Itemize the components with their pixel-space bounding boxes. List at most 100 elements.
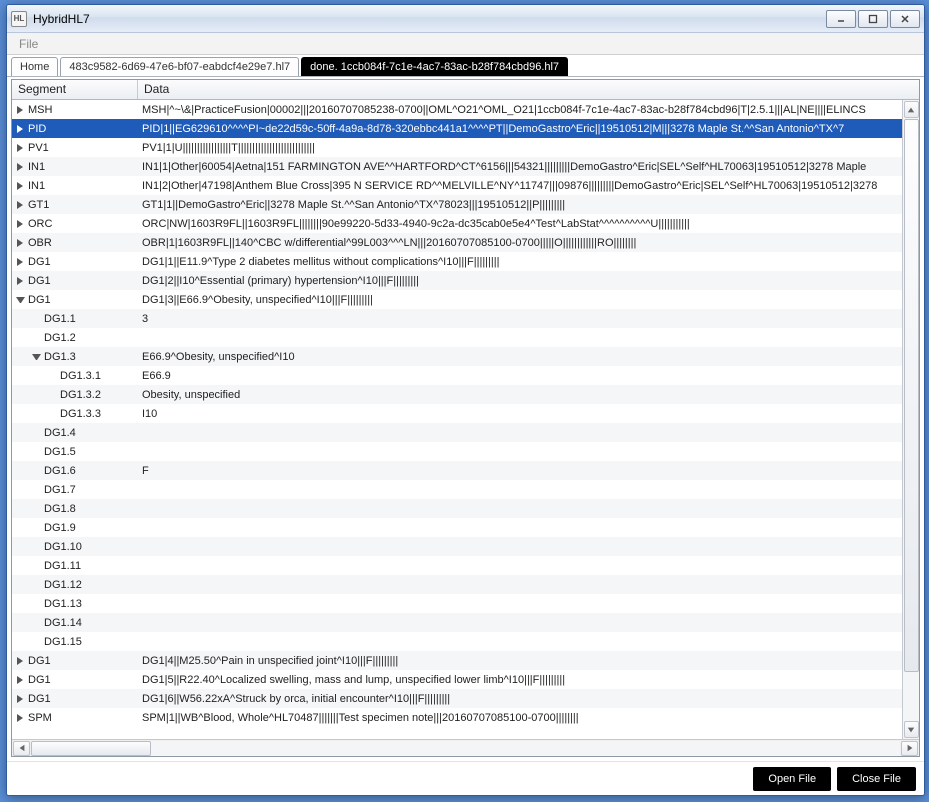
expand-icon[interactable]: [16, 238, 25, 247]
grid-row[interactable]: DG1.5: [12, 442, 919, 461]
grid-row[interactable]: DG1.6F: [12, 461, 919, 480]
grid-row[interactable]: DG1.15: [12, 632, 919, 651]
tab-file-2[interactable]: done. 1ccb084f-7c1e-4ac7-83ac-b28f784cbd…: [301, 57, 568, 76]
titlebar[interactable]: HL HybridHL7: [7, 5, 924, 33]
segment-cell[interactable]: DG1.8: [12, 503, 138, 515]
segment-cell[interactable]: OBR: [12, 237, 138, 249]
data-cell[interactable]: E66.9: [138, 370, 919, 382]
segment-cell[interactable]: DG1.15: [12, 636, 138, 648]
segment-cell[interactable]: DG1.13: [12, 598, 138, 610]
collapse-icon[interactable]: [32, 352, 41, 361]
grid-row[interactable]: DG1.7: [12, 480, 919, 499]
expand-icon[interactable]: [16, 257, 25, 266]
data-cell[interactable]: GT1|1||DemoGastro^Eric||3278 Maple St.^^…: [138, 199, 919, 211]
grid-row[interactable]: DG1.3.3I10: [12, 404, 919, 423]
collapse-icon[interactable]: [16, 295, 25, 304]
expand-icon[interactable]: [16, 713, 25, 722]
tab-home[interactable]: Home: [11, 57, 58, 76]
segment-cell[interactable]: DG1.1: [12, 313, 138, 325]
tab-file-1[interactable]: 483c9582-6d69-47e6-bf07-eabdcf4e29e7.hl7: [60, 57, 299, 76]
segment-cell[interactable]: IN1: [12, 180, 138, 192]
menu-file[interactable]: File: [13, 35, 44, 53]
scroll-left-icon[interactable]: [13, 741, 30, 756]
grid-row[interactable]: DG1.13: [12, 309, 919, 328]
grid-row[interactable]: DG1.10: [12, 537, 919, 556]
data-cell[interactable]: E66.9^Obesity, unspecified^I10: [138, 351, 919, 363]
grid-row[interactable]: DG1.14: [12, 613, 919, 632]
segment-cell[interactable]: PID: [12, 123, 138, 135]
data-cell[interactable]: MSH|^~\&|PracticeFusion|00002|||20160707…: [138, 104, 919, 116]
expand-icon[interactable]: [16, 143, 25, 152]
grid-row[interactable]: DG1.12: [12, 575, 919, 594]
expand-icon[interactable]: [16, 181, 25, 190]
close-file-button[interactable]: Close File: [837, 767, 916, 791]
scroll-track[interactable]: [903, 119, 919, 720]
segment-cell[interactable]: DG1.11: [12, 560, 138, 572]
horizontal-scrollbar[interactable]: [12, 739, 919, 756]
vertical-scrollbar[interactable]: [902, 100, 919, 739]
expand-icon[interactable]: [16, 675, 25, 684]
grid-row[interactable]: SPMSPM|1||WB^Blood, Whole^HL70487|||||||…: [12, 708, 919, 727]
grid-row[interactable]: DG1.11: [12, 556, 919, 575]
segment-cell[interactable]: DG1.14: [12, 617, 138, 629]
grid-row[interactable]: DG1DG1|1||E11.9^Type 2 diabetes mellitus…: [12, 252, 919, 271]
grid-row[interactable]: DG1DG1|3||E66.9^Obesity, unspecified^I10…: [12, 290, 919, 309]
hscroll-track[interactable]: [31, 741, 900, 756]
data-cell[interactable]: DG1|6||W56.22xA^Struck by orca, initial …: [138, 693, 919, 705]
scroll-thumb[interactable]: [904, 119, 919, 672]
data-cell[interactable]: OBR|1|1603R9FL||140^CBC w/differential^9…: [138, 237, 919, 249]
grid-row[interactable]: DG1DG1|5||R22.40^Localized swelling, mas…: [12, 670, 919, 689]
segment-cell[interactable]: SPM: [12, 712, 138, 724]
grid-row[interactable]: DG1.13: [12, 594, 919, 613]
grid-row[interactable]: DG1.2: [12, 328, 919, 347]
grid-row[interactable]: ORCORC|NW|1603R9FL||1603R9FL||||||||90e9…: [12, 214, 919, 233]
data-cell[interactable]: Obesity, unspecified: [138, 389, 919, 401]
segment-cell[interactable]: GT1: [12, 199, 138, 211]
segment-cell[interactable]: DG1.5: [12, 446, 138, 458]
grid-row[interactable]: DG1.3.1E66.9: [12, 366, 919, 385]
expand-icon[interactable]: [16, 276, 25, 285]
grid-row[interactable]: IN1IN1|1|Other|60054|Aetna|151 FARMINGTO…: [12, 157, 919, 176]
expand-icon[interactable]: [16, 219, 25, 228]
segment-cell[interactable]: DG1: [12, 674, 138, 686]
data-cell[interactable]: DG1|5||R22.40^Localized swelling, mass a…: [138, 674, 919, 686]
data-cell[interactable]: ORC|NW|1603R9FL||1603R9FL||||||||90e9922…: [138, 218, 919, 230]
grid-row[interactable]: DG1.9: [12, 518, 919, 537]
data-cell[interactable]: SPM|1||WB^Blood, Whole^HL70487|||||||Tes…: [138, 712, 919, 724]
col-header-data[interactable]: Data: [138, 80, 919, 99]
data-cell[interactable]: IN1|1|Other|60054|Aetna|151 FARMINGTON A…: [138, 161, 919, 173]
grid-row[interactable]: DG1.3E66.9^Obesity, unspecified^I10: [12, 347, 919, 366]
scroll-right-icon[interactable]: [901, 741, 918, 756]
grid-row[interactable]: DG1.8: [12, 499, 919, 518]
segment-cell[interactable]: DG1.12: [12, 579, 138, 591]
close-button[interactable]: [890, 10, 920, 28]
segment-cell[interactable]: IN1: [12, 161, 138, 173]
segment-cell[interactable]: DG1: [12, 256, 138, 268]
minimize-button[interactable]: [826, 10, 856, 28]
expand-icon[interactable]: [16, 162, 25, 171]
grid-row[interactable]: DG1.4: [12, 423, 919, 442]
segment-cell[interactable]: DG1.6: [12, 465, 138, 477]
data-cell[interactable]: PV1|1|U|||||||||||||||||T|||||||||||||||…: [138, 142, 919, 154]
expand-icon[interactable]: [16, 656, 25, 665]
maximize-button[interactable]: [858, 10, 888, 28]
grid-row[interactable]: PV1PV1|1|U|||||||||||||||||T||||||||||||…: [12, 138, 919, 157]
segment-cell[interactable]: DG1.10: [12, 541, 138, 553]
data-cell[interactable]: DG1|3||E66.9^Obesity, unspecified^I10|||…: [138, 294, 919, 306]
grid-row[interactable]: PIDPID|1||EG629610^^^^PI~de22d59c-50ff-4…: [12, 119, 919, 138]
grid-row[interactable]: DG1DG1|6||W56.22xA^Struck by orca, initi…: [12, 689, 919, 708]
segment-cell[interactable]: DG1: [12, 693, 138, 705]
segment-cell[interactable]: DG1.9: [12, 522, 138, 534]
grid-row[interactable]: IN1IN1|2|Other|47198|Anthem Blue Cross|3…: [12, 176, 919, 195]
segment-cell[interactable]: PV1: [12, 142, 138, 154]
segment-cell[interactable]: DG1: [12, 294, 138, 306]
open-file-button[interactable]: Open File: [753, 767, 831, 791]
segment-cell[interactable]: DG1.4: [12, 427, 138, 439]
segment-cell[interactable]: DG1.7: [12, 484, 138, 496]
data-cell[interactable]: 3: [138, 313, 919, 325]
segment-cell[interactable]: DG1.3.3: [12, 408, 138, 420]
scroll-down-icon[interactable]: [904, 721, 919, 738]
grid-row[interactable]: DG1DG1|4||M25.50^Pain in unspecified joi…: [12, 651, 919, 670]
segment-cell[interactable]: DG1.3.2: [12, 389, 138, 401]
hscroll-thumb[interactable]: [31, 741, 151, 756]
